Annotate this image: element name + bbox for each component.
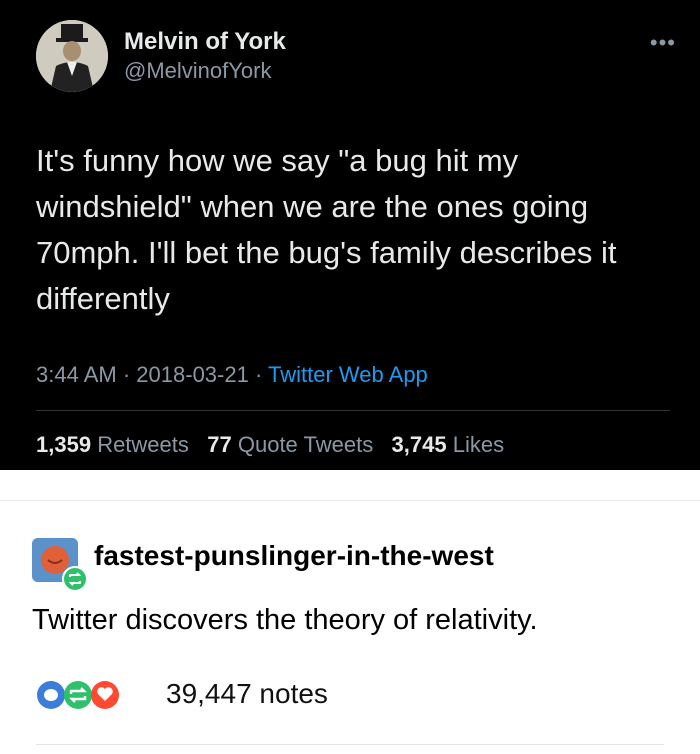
divider bbox=[0, 500, 700, 501]
retweets-count: 1,359 bbox=[36, 432, 92, 457]
separator-dot: · bbox=[122, 362, 137, 387]
quotes-label: Quote Tweets bbox=[237, 432, 374, 457]
separator-dot: · bbox=[254, 362, 269, 387]
spacer bbox=[0, 470, 700, 500]
display-name[interactable]: Melvin of York bbox=[124, 28, 286, 56]
tweet-text: It's funny how we say "a bug hit my wind… bbox=[36, 143, 617, 316]
notes-icons[interactable] bbox=[36, 680, 156, 710]
tweet-stats: 1,359 Retweets 77 Quote Tweets 3,745 Lik… bbox=[36, 432, 504, 458]
reblog-badge-icon bbox=[62, 566, 88, 592]
notes-count[interactable]: 39,447 notes bbox=[166, 678, 328, 710]
tweet-time[interactable]: 3:44 AM bbox=[36, 362, 117, 387]
heart-icon bbox=[91, 681, 119, 709]
post-text: Twitter discovers the theory of relativi… bbox=[32, 604, 538, 636]
tweet-card: Melvin of York @MelvinofYork ••• It's fu… bbox=[0, 0, 700, 470]
quotes-count: 77 bbox=[207, 432, 232, 457]
retweets-stat[interactable]: 1,359 Retweets bbox=[36, 432, 189, 457]
tweet-metadata: 3:44 AM · 2018-03-21 · Twitter Web App bbox=[36, 362, 428, 388]
tweet-date[interactable]: 2018-03-21 bbox=[136, 362, 249, 387]
likes-count: 3,745 bbox=[391, 432, 447, 457]
portrait-image bbox=[36, 20, 108, 92]
reply-icon bbox=[37, 681, 65, 709]
divider bbox=[36, 744, 664, 745]
retweets-label: Retweets bbox=[97, 432, 189, 457]
quotes-stat[interactable]: 77 Quote Tweets bbox=[207, 432, 373, 457]
more-horizontal-icon[interactable]: ••• bbox=[650, 30, 676, 56]
likes-label: Likes bbox=[452, 432, 505, 457]
blog-username[interactable]: fastest-punslinger-in-the-west bbox=[94, 540, 494, 572]
source-app-link[interactable]: Twitter Web App bbox=[268, 362, 428, 387]
profile-avatar[interactable] bbox=[36, 20, 108, 92]
divider bbox=[36, 410, 670, 411]
reblog-icon bbox=[64, 681, 92, 709]
likes-stat[interactable]: 3,745 Likes bbox=[392, 432, 505, 457]
user-handle[interactable]: @MelvinofYork bbox=[124, 58, 271, 84]
